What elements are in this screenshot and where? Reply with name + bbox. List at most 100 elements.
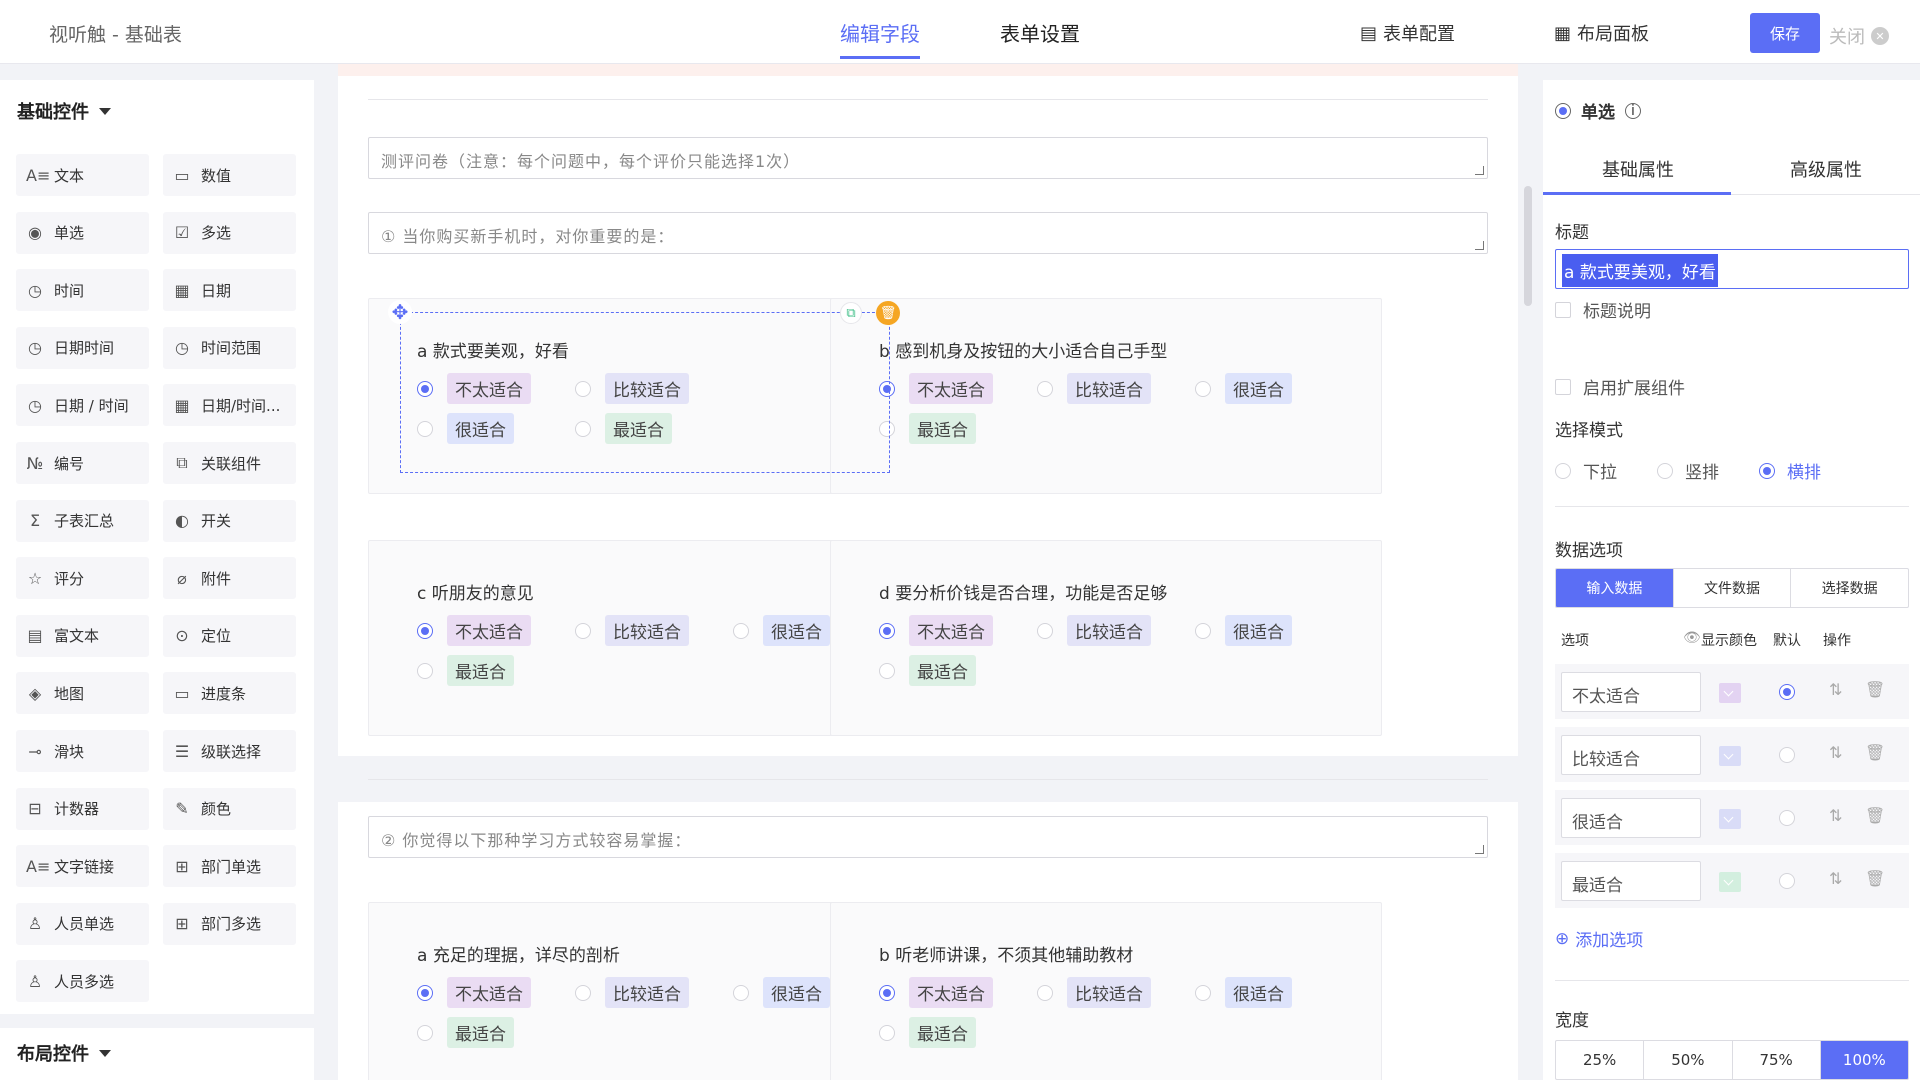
question-card[interactable]: d 要分析价钱是否合理，功能是否足够 不太适合 比较适合 很适合 最适合 — [830, 540, 1382, 736]
sort-icon[interactable]: ⇅ — [1829, 680, 1842, 699]
option-radio[interactable]: 比较适合 — [1037, 977, 1151, 1008]
layout-controls-header[interactable]: 布局控件 — [17, 1040, 111, 1066]
info-icon[interactable]: i — [1625, 102, 1641, 119]
mode-vertical-radio[interactable]: 竖排 — [1657, 458, 1719, 483]
option-input[interactable]: 很适合 — [1561, 798, 1701, 838]
width-75[interactable]: 75% — [1731, 1041, 1820, 1079]
option-radio[interactable]: 不太适合 — [417, 615, 531, 646]
option-radio[interactable]: 不太适合 — [879, 977, 993, 1008]
control-item[interactable]: ▦ 日期 — [163, 269, 296, 312]
control-item[interactable]: ▭ 数值 — [163, 154, 296, 196]
sort-icon[interactable]: ⇅ — [1829, 743, 1842, 762]
option-radio[interactable]: 最适合 — [417, 655, 514, 686]
control-item[interactable]: ⊙ 定位 — [163, 614, 296, 657]
title-desc-checkbox[interactable]: 标题说明 — [1555, 297, 1651, 322]
control-item[interactable]: ▤ 富文本 — [16, 614, 149, 657]
control-item[interactable]: ⊟ 计数器 — [16, 787, 149, 830]
control-item[interactable]: ☰ 级联选择 — [163, 730, 296, 772]
tab-form-settings[interactable]: 表单设置 — [1000, 18, 1080, 47]
control-item[interactable]: ⌀ 附件 — [163, 557, 296, 600]
option-radio[interactable]: 比较适合 — [1037, 373, 1151, 404]
width-25[interactable]: 25% — [1556, 1041, 1643, 1079]
trash-icon[interactable]: 🗑 — [1865, 869, 1885, 888]
question-1-textarea[interactable]: ① 当你购买新手机时，对你重要的是： — [368, 212, 1488, 254]
control-item[interactable]: A≡ 文字链接 — [16, 845, 149, 888]
option-radio[interactable]: 很适合 — [1195, 615, 1292, 646]
option-radio[interactable]: 最适合 — [879, 655, 976, 686]
control-item[interactable]: A≡ 文本 — [16, 154, 149, 196]
default-radio[interactable] — [1779, 684, 1795, 700]
control-item[interactable]: Σ 子表汇总 — [16, 499, 149, 542]
control-item[interactable]: ✎ 颜色 — [163, 787, 296, 830]
mode-horizontal-radio[interactable]: 横排 — [1759, 458, 1821, 483]
option-input[interactable]: 比较适合 — [1561, 735, 1701, 775]
tab-input-data[interactable]: 输入数据 — [1556, 569, 1673, 607]
save-button[interactable]: 保存 — [1750, 13, 1820, 53]
option-radio[interactable]: 很适合 — [1195, 373, 1292, 404]
default-radio[interactable] — [1779, 873, 1795, 889]
control-item[interactable]: ◉ 单选 — [16, 211, 149, 254]
option-radio[interactable]: 比较适合 — [575, 977, 689, 1008]
sort-icon[interactable]: ⇅ — [1829, 869, 1842, 888]
question-card[interactable]: b 听老师讲课，不须其他辅助教材 不太适合 比较适合 很适合 最适合 — [830, 902, 1382, 1080]
control-item[interactable]: ▭ 进度条 — [163, 672, 296, 715]
control-item[interactable]: ⊸ 滑块 — [16, 730, 149, 772]
control-item[interactable]: ◷ 日期 / 时间 — [16, 384, 149, 427]
canvas-scrollbar[interactable] — [1524, 186, 1532, 306]
control-item[interactable]: ♙ 人员多选 — [16, 960, 149, 1003]
control-item[interactable]: ⊞ 部门单选 — [163, 845, 296, 888]
control-item[interactable]: ◈ 地图 — [16, 672, 149, 715]
form-config-button[interactable]: ▤ 表单配置 — [1360, 20, 1455, 46]
trash-icon[interactable]: 🗑 — [1865, 806, 1885, 825]
option-radio[interactable]: 很适合 — [733, 977, 830, 1008]
option-input[interactable]: 最适合 — [1561, 861, 1701, 901]
default-radio[interactable] — [1779, 810, 1795, 826]
color-swatch[interactable] — [1719, 746, 1741, 766]
option-input[interactable]: 不太适合 — [1561, 672, 1701, 712]
control-item[interactable]: ◐ 开关 — [163, 499, 296, 542]
color-swatch[interactable] — [1719, 809, 1741, 829]
control-item[interactable]: ♙ 人员单选 — [16, 902, 149, 945]
add-option-button[interactable]: ⊕ 添加选项 — [1555, 926, 1643, 952]
width-100[interactable]: 100% — [1819, 1041, 1908, 1079]
copy-icon[interactable]: ⧉ — [840, 302, 862, 324]
color-swatch[interactable] — [1719, 872, 1741, 892]
option-radio[interactable]: 比较适合 — [1037, 615, 1151, 646]
control-item[interactable]: ◷ 时间范围 — [163, 326, 296, 369]
width-50[interactable]: 50% — [1643, 1041, 1731, 1079]
option-radio[interactable]: 不太适合 — [417, 977, 531, 1008]
control-item[interactable]: ◷ 日期时间 — [16, 326, 149, 369]
intro-textarea[interactable]: 测评问卷（注意：每个问题中，每个评价只能选择1次） — [368, 137, 1488, 179]
sort-icon[interactable]: ⇅ — [1829, 806, 1842, 825]
default-radio[interactable] — [1779, 747, 1795, 763]
tab-advanced-properties[interactable]: 高级属性 — [1790, 156, 1862, 182]
color-swatch[interactable] — [1719, 683, 1741, 703]
move-handle-icon[interactable]: ✥ — [388, 300, 412, 324]
tab-edit-fields[interactable]: 编辑字段 — [840, 18, 920, 59]
enable-ext-checkbox[interactable]: 启用扩展组件 — [1555, 374, 1685, 399]
option-radio[interactable]: 很适合 — [733, 615, 830, 646]
layout-panel-button[interactable]: ▦ 布局面板 — [1554, 20, 1649, 46]
tab-basic-properties[interactable]: 基础属性 — [1602, 156, 1674, 182]
control-item[interactable]: ▦ 日期/时间... — [163, 384, 296, 427]
mode-dropdown-radio[interactable]: 下拉 — [1555, 458, 1617, 483]
question-card[interactable]: b 感到机身及按钮的大小适合自己手型 不太适合 比较适合 很适合 最适合 — [830, 298, 1382, 494]
option-radio[interactable]: 最适合 — [879, 413, 976, 444]
control-item[interactable]: ⊞ 部门多选 — [163, 902, 296, 945]
tab-select-data[interactable]: 选择数据 — [1790, 569, 1908, 607]
close-button[interactable]: 关闭 ✕ — [1829, 23, 1889, 49]
option-radio[interactable]: 很适合 — [1195, 977, 1292, 1008]
control-item[interactable]: № 编号 — [16, 442, 149, 484]
control-item[interactable]: ☆ 评分 — [16, 557, 149, 600]
option-radio[interactable]: 不太适合 — [879, 373, 993, 404]
control-item[interactable]: ☑ 多选 — [163, 211, 296, 254]
title-input[interactable]: a 款式要美观，好看 — [1555, 249, 1909, 289]
control-item[interactable]: ⧉ 关联组件 — [163, 442, 296, 484]
basic-controls-header[interactable]: 基础控件 — [17, 98, 111, 124]
option-radio[interactable]: 最适合 — [879, 1017, 976, 1048]
option-radio[interactable]: 最适合 — [417, 1017, 514, 1048]
question-2-textarea[interactable]: ② 你觉得以下那种学习方式较容易掌握： — [368, 816, 1488, 858]
trash-icon[interactable]: 🗑 — [1865, 680, 1885, 699]
tab-file-data[interactable]: 文件数据 — [1672, 569, 1791, 607]
delete-icon[interactable]: 🗑 — [876, 301, 900, 325]
